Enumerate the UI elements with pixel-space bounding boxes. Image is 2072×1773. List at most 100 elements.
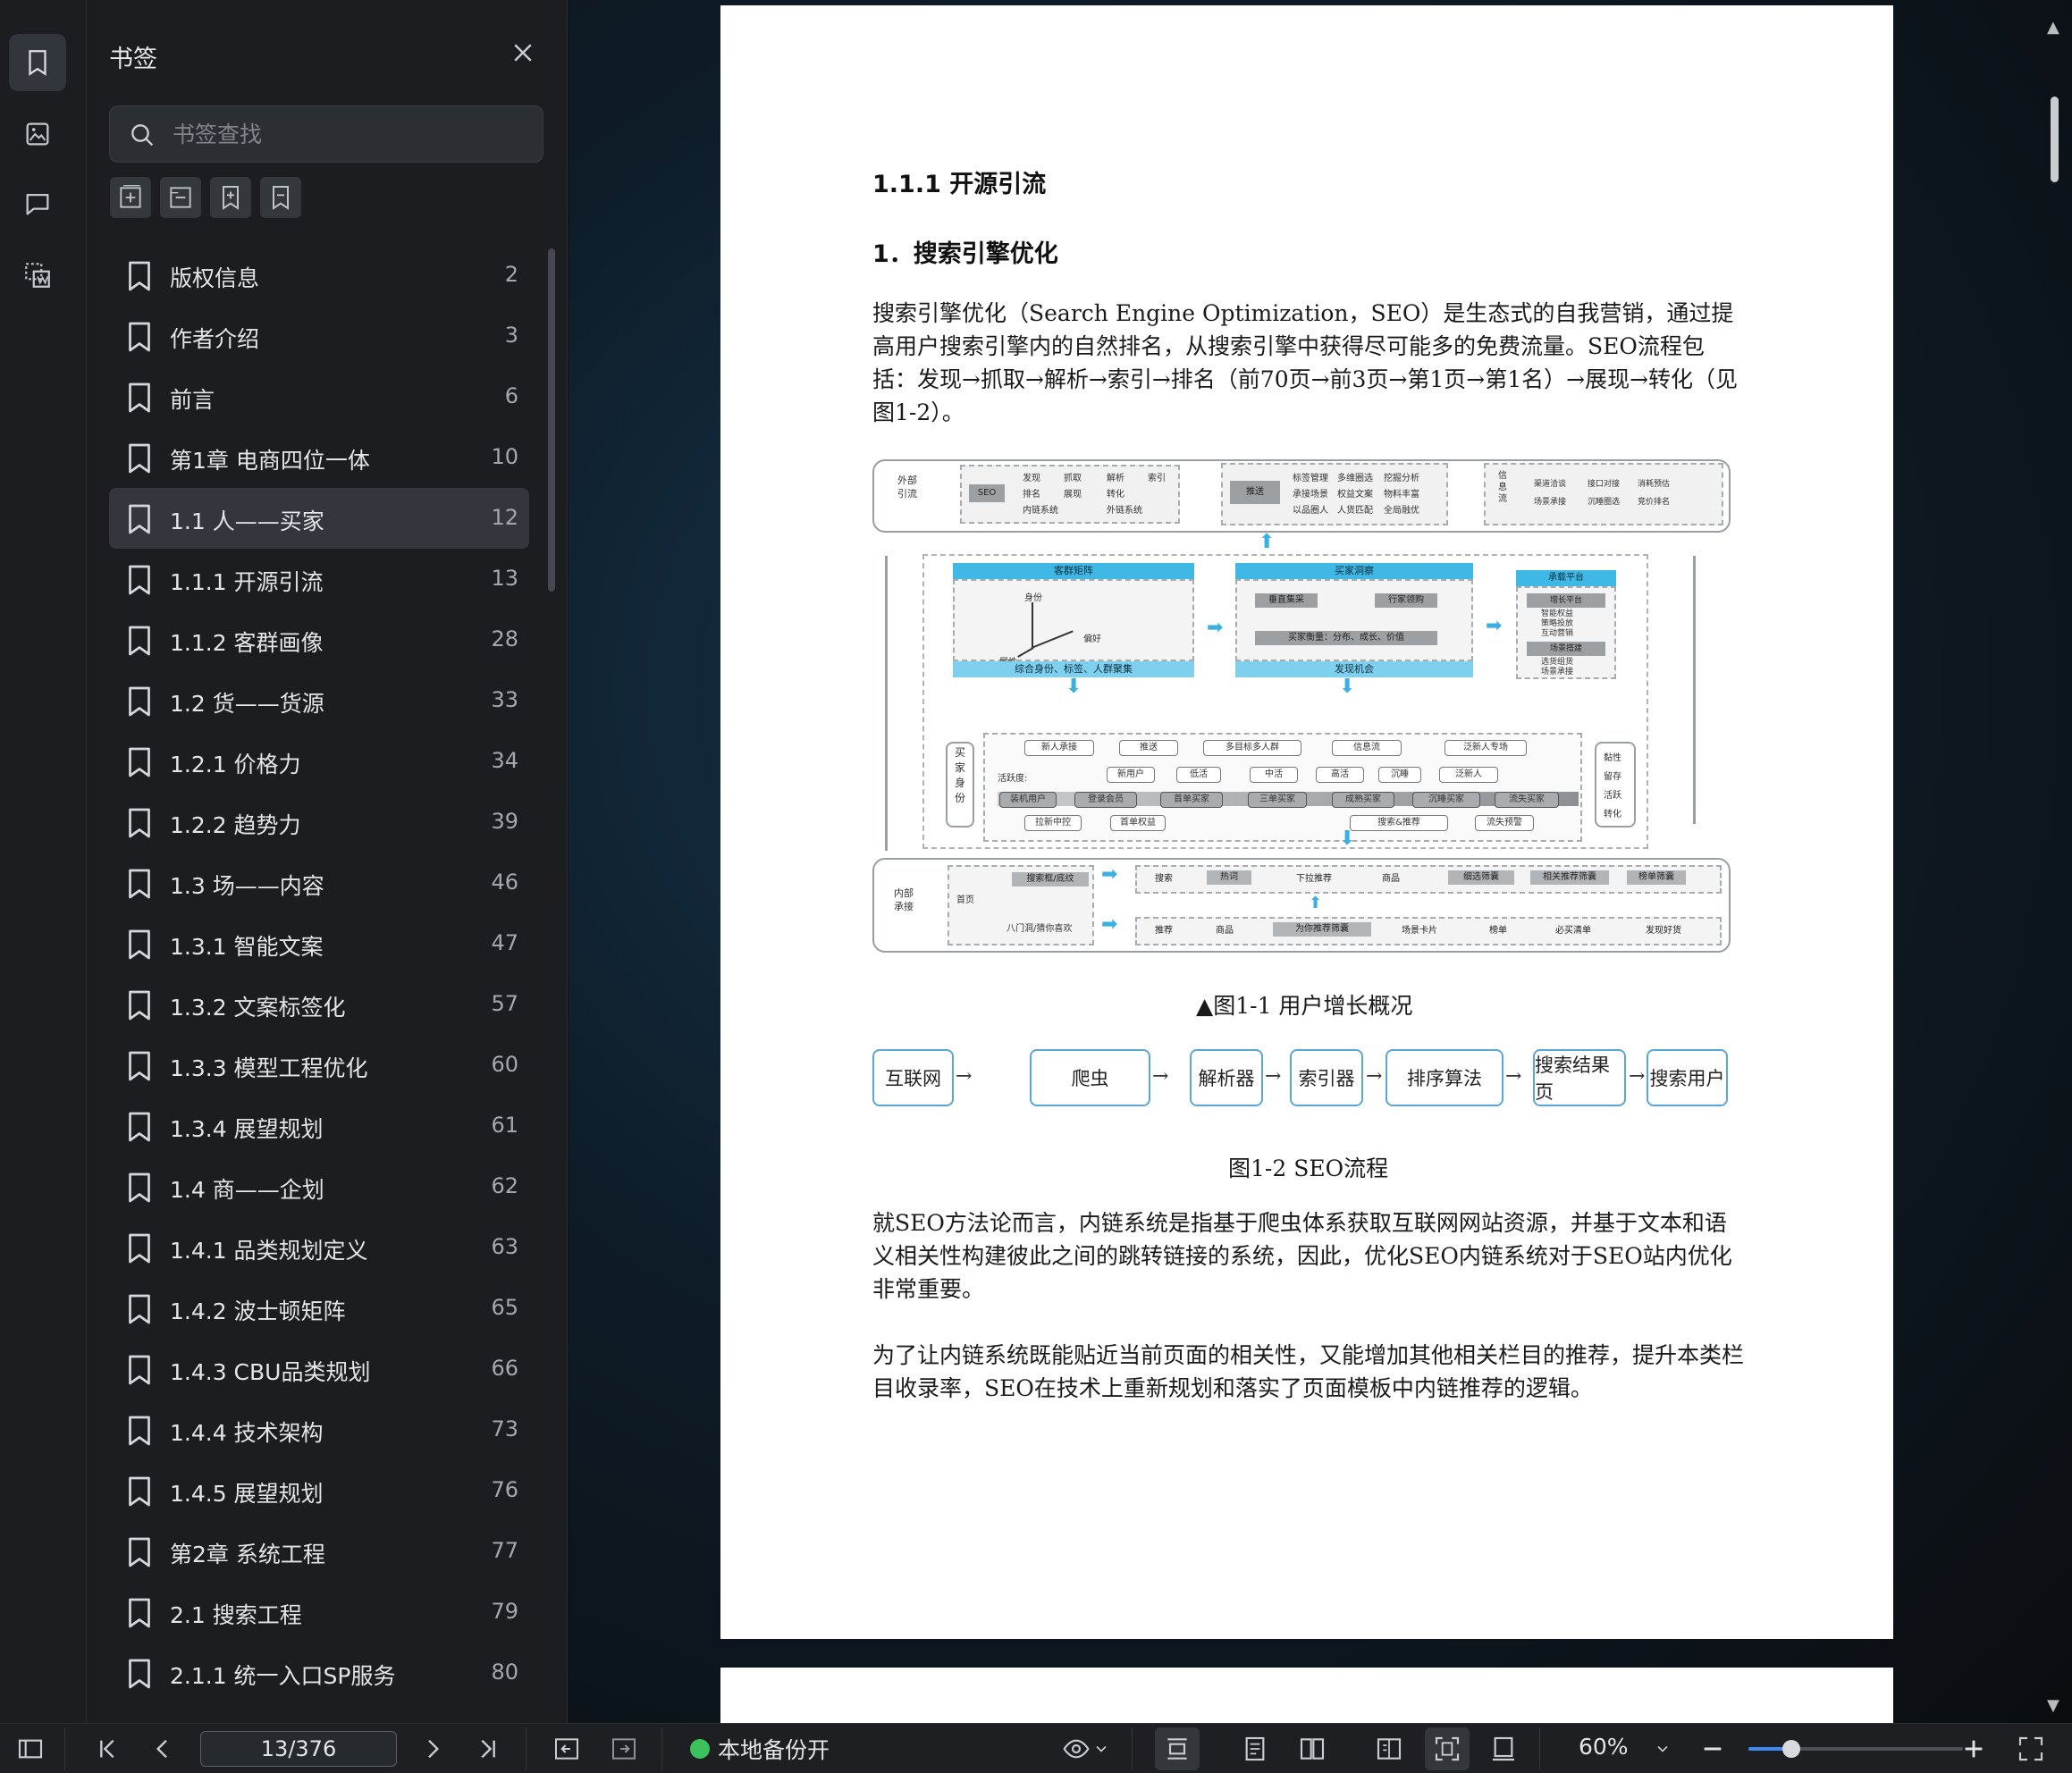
push-items-item: 权益文案 xyxy=(1337,490,1373,500)
fullscreen-icon[interactable] xyxy=(2017,1735,2045,1763)
bookmark-item[interactable]: 1.2 货——货源 33 xyxy=(109,670,529,731)
eye-icon[interactable] xyxy=(1062,1735,1091,1763)
zoom-dropdown-icon[interactable] xyxy=(1654,1735,1672,1763)
extract-panel-button[interactable] xyxy=(9,247,66,304)
push-tag: 推送 xyxy=(1230,481,1280,504)
bookmark-label: 前言 xyxy=(170,387,215,413)
section-heading: 1.1.1 开源引流 xyxy=(872,171,1047,198)
bookmark-label: 1.3.1 智能文案 xyxy=(170,934,324,960)
row2-item: 泛新人 xyxy=(1439,767,1498,783)
bookmark-item[interactable]: 1.3.1 智能文案 47 xyxy=(109,913,529,974)
bookmark-item[interactable]: 1.4 商——企划 62 xyxy=(109,1156,529,1217)
bookmark-page-number: 62 xyxy=(491,1173,518,1198)
close-icon[interactable] xyxy=(510,39,536,66)
single-page-icon[interactable] xyxy=(1241,1735,1269,1763)
last-page-icon[interactable] xyxy=(474,1735,502,1763)
paragraph-3: 为了让内链系统既能贴近当前页面的相关性，又能增加其他相关栏目的推荐，提升本类栏目… xyxy=(872,1342,1745,1401)
bookmark-label: 1.3.4 展望规划 xyxy=(170,1116,324,1142)
bookmark-item[interactable]: 1.1.1 开源引流 13 xyxy=(109,549,529,609)
brow2-item: 榜单 xyxy=(1489,926,1507,936)
down-arrow: ⬇ xyxy=(1065,676,1082,698)
bookmark-item[interactable]: 1.2.1 价格力 34 xyxy=(109,731,529,792)
collapse-all-button[interactable] xyxy=(160,177,201,218)
bookmark-item[interactable]: 第2章 系统工程 77 xyxy=(109,1521,529,1582)
seo-items-item: 解析 xyxy=(1107,474,1124,483)
fit-width-icon[interactable] xyxy=(1163,1735,1192,1763)
page-number-input[interactable] xyxy=(200,1731,397,1767)
remove-bookmark-button[interactable] xyxy=(260,177,301,218)
scroll-up-arrow[interactable]: ▲ xyxy=(2047,18,2059,37)
bookmark-item[interactable]: 1.3.3 模型工程优化 60 xyxy=(109,1035,529,1096)
bookmark-item[interactable]: 2.1.1 统一入口SP服务 80 xyxy=(109,1643,529,1703)
zoom-out-icon[interactable] xyxy=(1698,1735,1727,1763)
bookmark-panel-button[interactable] xyxy=(9,34,66,91)
expand-all-button[interactable] xyxy=(110,177,151,218)
add-bookmark-button[interactable] xyxy=(210,177,251,218)
flow-arrow: → xyxy=(1366,1065,1383,1088)
next-page xyxy=(720,1668,1893,1723)
bookmark-item[interactable]: 1.3.4 展望规划 61 xyxy=(109,1096,529,1156)
go-back-icon[interactable] xyxy=(552,1735,581,1763)
bookmark-item[interactable]: 1.4.2 波士顿矩阵 65 xyxy=(109,1278,529,1339)
zoom-in-icon[interactable] xyxy=(1959,1735,1988,1763)
search-box-label: 搜索框/底纹 xyxy=(1012,872,1089,886)
row1-item: 推送 xyxy=(1119,740,1178,756)
panel-title: 书签 xyxy=(109,46,157,73)
document-scrollbar[interactable] xyxy=(2051,97,2059,182)
bookmark-label: 2.1.1 统一入口SP服务 xyxy=(170,1663,396,1689)
push-items-item: 物料丰富 xyxy=(1384,490,1419,500)
bookmark-item[interactable]: 1.4.5 展望规划 76 xyxy=(109,1460,529,1521)
flow-arrow: → xyxy=(956,1065,973,1088)
bookmark-item[interactable]: 1.3 场——内容 46 xyxy=(109,853,529,913)
push-items-item: 人货匹配 xyxy=(1337,506,1373,516)
bookmark-item[interactable]: 第1章 电商四位一体 10 xyxy=(109,427,529,488)
right-arrow: ➡ xyxy=(1207,617,1224,639)
bookmark-item[interactable]: 1.4.4 技术架构 73 xyxy=(109,1399,529,1460)
bookmark-list-scrollbar[interactable] xyxy=(548,248,555,592)
separator xyxy=(1539,1727,1540,1770)
bookmark-item[interactable]: 1.3.2 文案标签化 57 xyxy=(109,974,529,1035)
bookmark-item[interactable]: 1.1 人——买家 12 xyxy=(109,488,529,549)
bookmark-item[interactable]: 作者介绍 3 xyxy=(109,306,529,366)
info-flow-tag: 信 息 流 xyxy=(1498,471,1507,504)
push-items-item: 承接场景 xyxy=(1293,490,1328,500)
bookmark-label: 第1章 电商四位一体 xyxy=(170,448,370,474)
info-items-item: 接口对接 xyxy=(1588,480,1621,489)
comment-panel-button[interactable] xyxy=(9,175,66,232)
go-forward-icon[interactable] xyxy=(610,1735,638,1763)
fit-page-icon[interactable] xyxy=(1433,1735,1461,1763)
bookmark-icon xyxy=(29,50,46,76)
first-page-icon[interactable] xyxy=(93,1735,122,1763)
bookmark-item[interactable]: 1.4.1 品类规划定义 63 xyxy=(109,1217,529,1278)
bookmark-item[interactable]: 1.1.2 客群画像 28 xyxy=(109,609,529,670)
book-mode-icon[interactable] xyxy=(1375,1735,1403,1763)
expand-all-icon xyxy=(120,185,141,208)
bookmark-item[interactable]: 1.4.3 CBU品类规划 66 xyxy=(109,1339,529,1399)
sidebar-toggle-icon[interactable] xyxy=(16,1735,45,1763)
zoom-level[interactable]: 60% xyxy=(1579,1734,1629,1760)
bookmark-item[interactable]: 2.1 搜索工程 79 xyxy=(109,1582,529,1643)
push-items-item: 以品圈人 xyxy=(1293,506,1328,516)
chevron-down-icon[interactable] xyxy=(1092,1735,1110,1763)
backup-status[interactable]: 本地备份开 xyxy=(718,1733,830,1765)
buyer-measure: 买家衡量：分布、成长、价值 xyxy=(1255,631,1437,645)
separator xyxy=(661,1727,662,1770)
bookmark-item[interactable]: 前言 6 xyxy=(109,366,529,427)
row3-item: 三单买家 xyxy=(1248,792,1307,808)
info-items-item: 竞价排名 xyxy=(1638,498,1671,507)
bookmark-item[interactable]: 版权信息 2 xyxy=(109,245,529,306)
bookmark-page-number: 61 xyxy=(491,1113,518,1138)
thumbnail-panel-button[interactable] xyxy=(9,105,66,163)
fit-height-icon[interactable] xyxy=(1489,1735,1518,1763)
bookmark-search-input[interactable] xyxy=(173,106,530,162)
zoom-slider-handle[interactable] xyxy=(1782,1740,1800,1758)
flow-step: 解析器 xyxy=(1190,1049,1263,1106)
previous-page-icon[interactable] xyxy=(148,1735,177,1763)
flow-arrow: → xyxy=(1265,1065,1282,1088)
bookmark-icon xyxy=(129,869,150,899)
double-page-icon[interactable] xyxy=(1298,1735,1327,1763)
paragraph-1: 搜索引擎优化（Search Engine Optimization，SEO）是生… xyxy=(872,300,1739,425)
next-page-icon[interactable] xyxy=(418,1735,447,1763)
scroll-down-arrow[interactable]: ▼ xyxy=(2047,1696,2059,1715)
bookmark-item[interactable]: 1.2.2 趋势力 39 xyxy=(109,792,529,853)
